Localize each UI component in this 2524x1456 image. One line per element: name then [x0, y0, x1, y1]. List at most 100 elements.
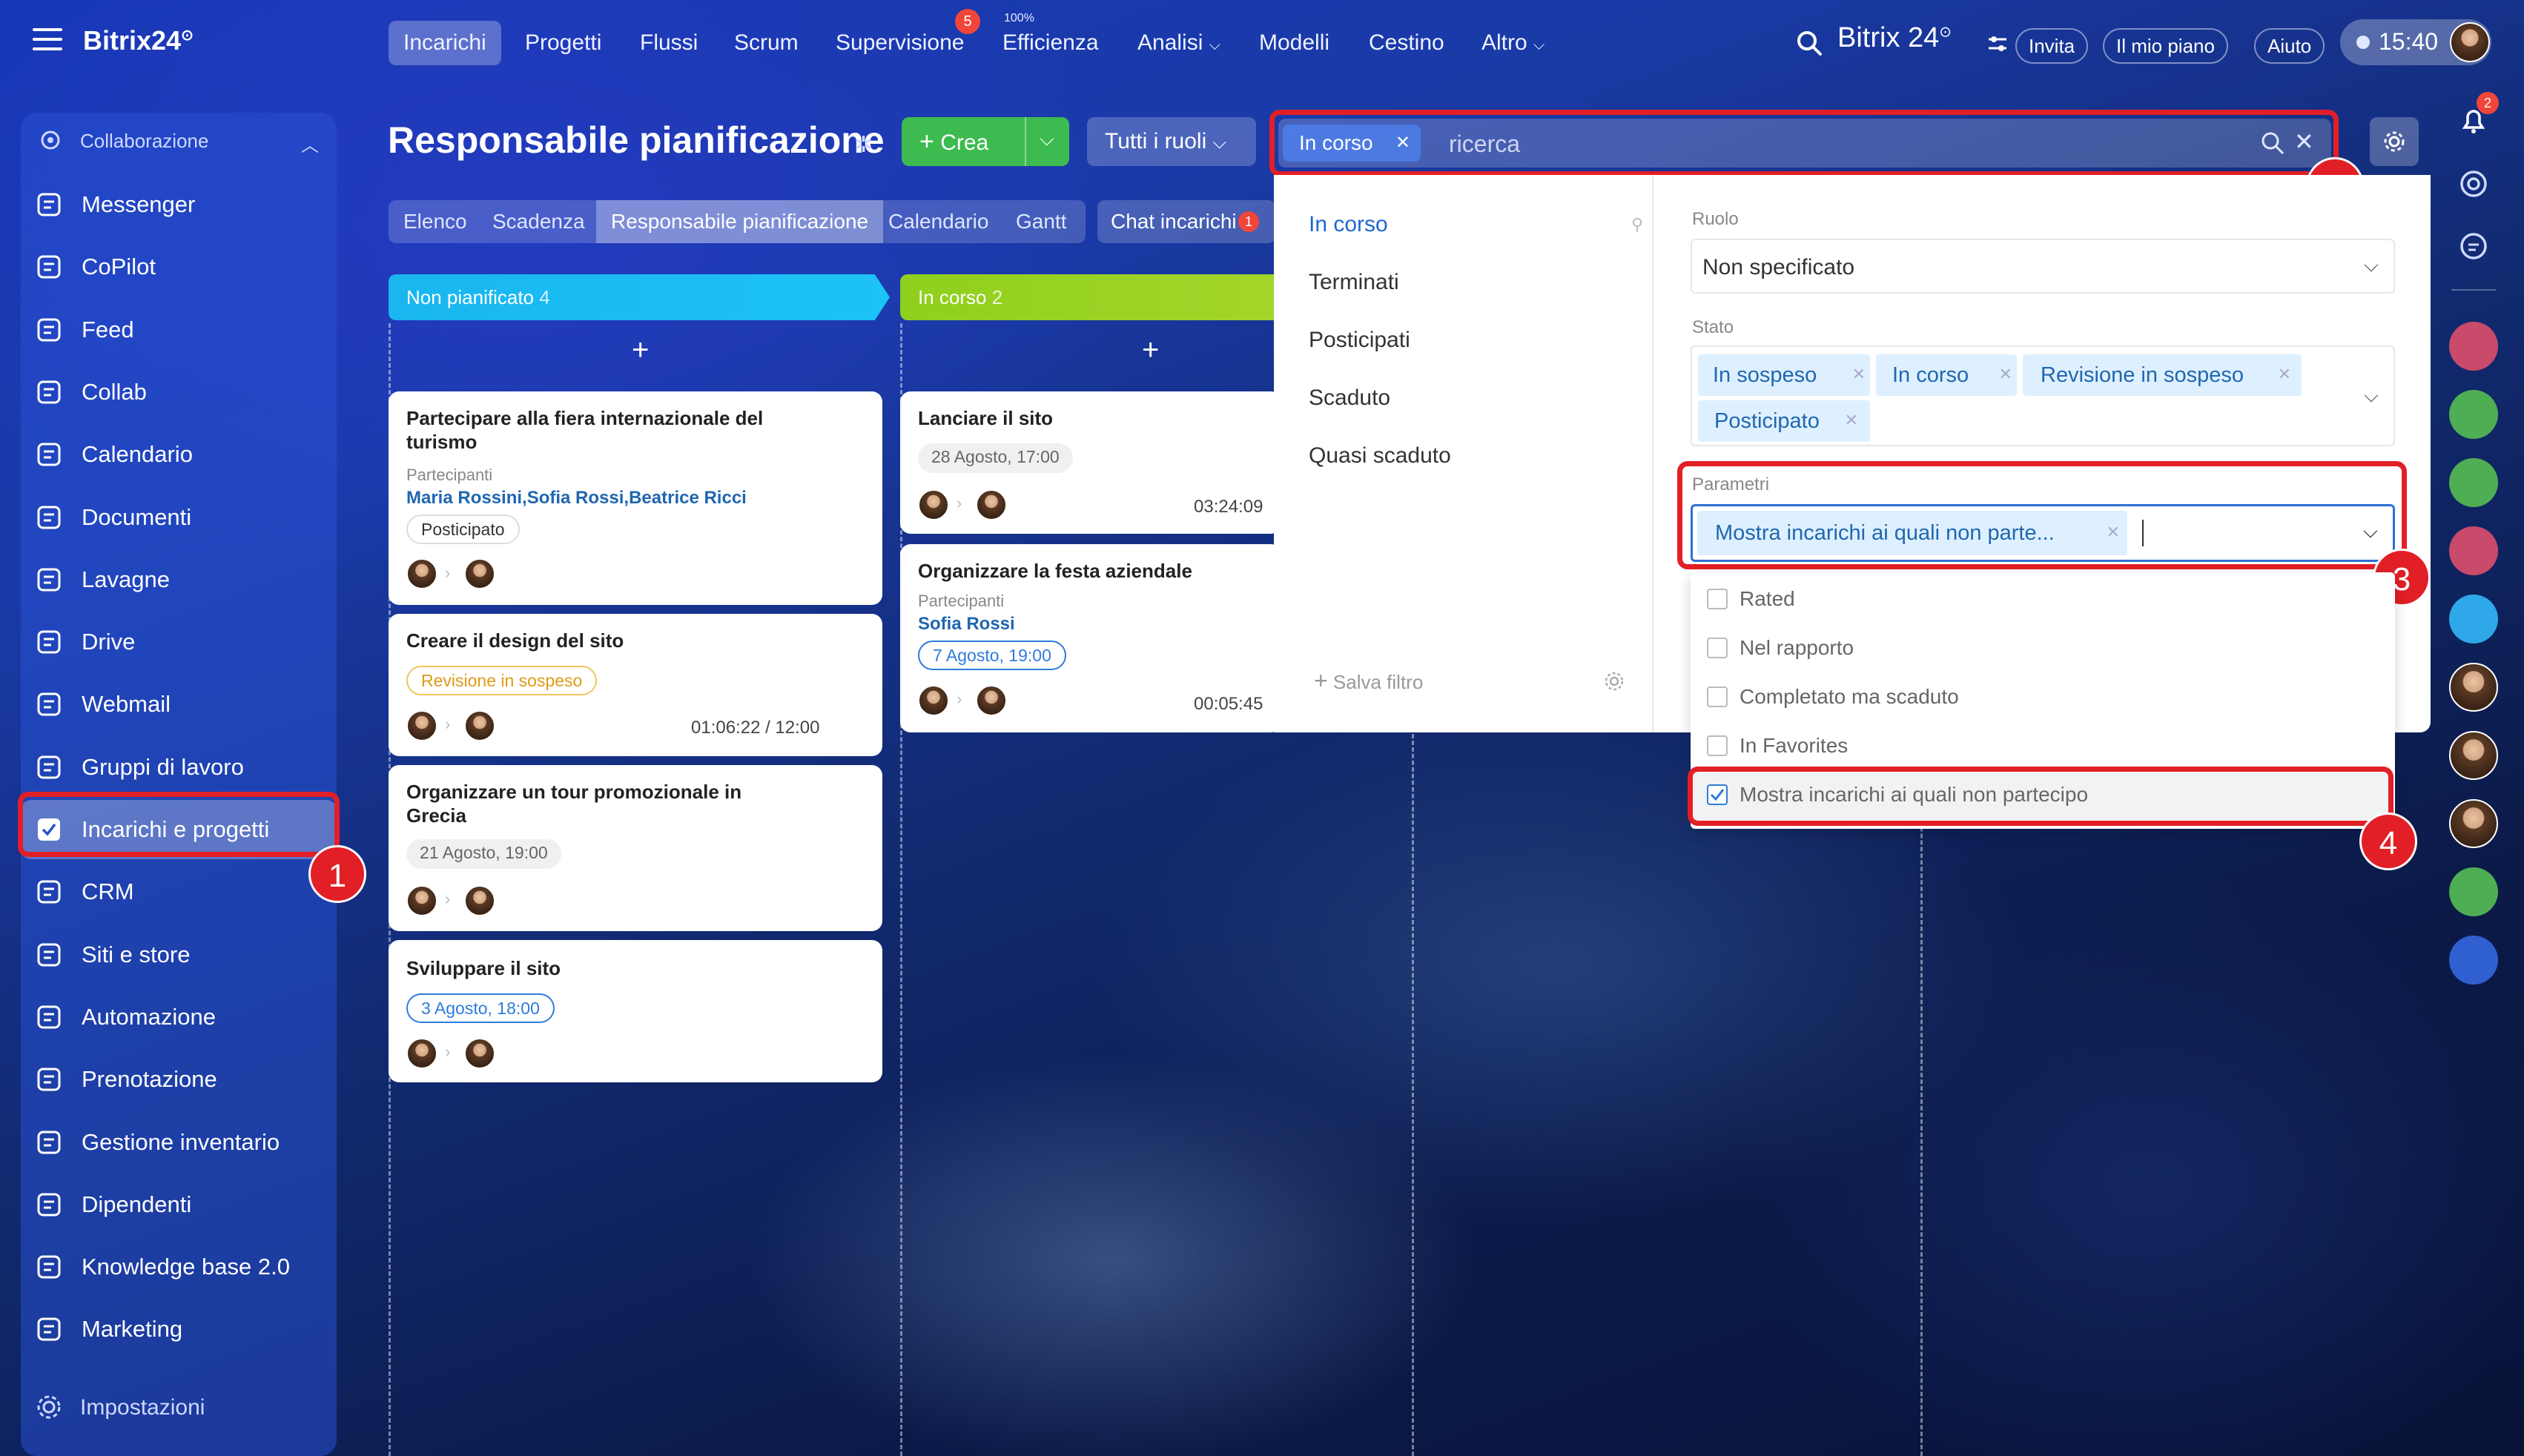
- task-title[interactable]: Lanciare il sito: [918, 406, 1053, 430]
- sidebar-settings[interactable]: Impostazioni: [80, 1395, 205, 1420]
- nav-incarichi[interactable]: Incarichi: [389, 21, 501, 65]
- close-icon[interactable]: ✕: [2278, 365, 2291, 384]
- group-chat-icon[interactable]: [2449, 526, 2498, 575]
- task-card[interactable]: Sviluppare il sito 3 Agosto, 18:00 ›: [389, 940, 882, 1082]
- notes-icon[interactable]: [2449, 867, 2498, 916]
- column-header-non-pianificato[interactable]: Non pianificato 4: [389, 274, 890, 320]
- avatar[interactable]: [464, 710, 495, 741]
- sidebar-item-crm[interactable]: CRM: [21, 862, 337, 921]
- status-tag[interactable]: In sospeso ✕: [1698, 354, 1870, 396]
- sidebar-item-drive[interactable]: Drive: [21, 612, 337, 672]
- sidebar-item-marketing[interactable]: Marketing: [21, 1300, 337, 1359]
- avatar[interactable]: [464, 1038, 495, 1069]
- create-dropdown-button[interactable]: ⌵: [1025, 117, 1069, 166]
- sidebar-item-calendario[interactable]: Calendario: [21, 425, 337, 484]
- avatar[interactable]: [976, 685, 1007, 716]
- sidebar-item-documenti[interactable]: Documenti: [21, 488, 337, 547]
- clock-widget[interactable]: 15:40: [2340, 19, 2491, 65]
- contact-avatar[interactable]: [2449, 799, 2498, 848]
- chat-search-icon[interactable]: [2457, 230, 2490, 262]
- tab-elenco[interactable]: Elenco: [389, 200, 482, 243]
- avatar[interactable]: [464, 885, 495, 916]
- preset-in-corso[interactable]: In corso: [1309, 212, 1388, 237]
- role-select[interactable]: Non specificato ⌵: [1691, 239, 2395, 294]
- avatar[interactable]: [406, 1038, 437, 1069]
- checkbox[interactable]: [1707, 686, 1728, 707]
- avatar[interactable]: [464, 558, 495, 589]
- sidebar-item-feed[interactable]: Feed: [21, 300, 337, 360]
- sliders-icon[interactable]: [1987, 34, 2008, 53]
- status-tag[interactable]: Posticipato ✕: [1698, 400, 1870, 442]
- nav-progetti[interactable]: Progetti: [510, 21, 616, 65]
- settings-button[interactable]: [2370, 117, 2419, 166]
- chat-tasks-button[interactable]: Chat incarichi 1: [1097, 200, 1275, 243]
- tab-calendario[interactable]: Calendario: [873, 200, 1003, 243]
- task-card[interactable]: Organizzare un tour promozionale in Grec…: [389, 765, 882, 931]
- status-tag[interactable]: In corso ✕: [1876, 354, 2017, 396]
- checkbox[interactable]: [1707, 589, 1728, 609]
- status-multiselect[interactable]: In sospeso ✕ In corso ✕ Revisione in sospe…: [1691, 345, 2395, 446]
- avatar[interactable]: [406, 710, 437, 741]
- tab-responsabile[interactable]: Responsabile pianificazione: [596, 200, 884, 243]
- task-title[interactable]: Sviluppare il sito: [406, 956, 561, 980]
- sidebar-item-webmail[interactable]: Webmail: [21, 675, 337, 734]
- preset-terminati[interactable]: Terminati: [1309, 270, 1399, 295]
- column-header-in-corso[interactable]: In corso 2: [900, 274, 1281, 320]
- group-chat-icon[interactable]: [2449, 458, 2498, 507]
- nav-flussi[interactable]: Flussi: [625, 21, 713, 65]
- option-completato-ma-scaduto[interactable]: Completato ma scaduto: [1740, 685, 1959, 709]
- sidebar-item-knowledge-base-2-0[interactable]: Knowledge base 2.0: [21, 1237, 337, 1297]
- sidebar-item-lavagne[interactable]: Lavagne: [21, 550, 337, 609]
- sidebar-item-siti-e-store[interactable]: Siti e store: [21, 925, 337, 985]
- invite-button[interactable]: Invita: [2015, 28, 2089, 64]
- chevron-up-icon[interactable]: ︿: [301, 130, 319, 156]
- option-rated[interactable]: Rated: [1740, 587, 1795, 611]
- preset-posticipati[interactable]: Posticipati: [1309, 328, 1410, 353]
- checkbox[interactable]: [1707, 735, 1728, 756]
- option-nel-rapporto[interactable]: Nel rapporto: [1740, 636, 1854, 660]
- task-card[interactable]: Lanciare il sito 28 Agosto, 17:00 › 03:2…: [900, 391, 1281, 534]
- task-card[interactable]: Partecipare alla fiera internazionale de…: [389, 391, 882, 605]
- user-avatar[interactable]: [2450, 22, 2490, 62]
- contact-avatar[interactable]: [2449, 731, 2498, 780]
- close-icon[interactable]: ✕: [1852, 365, 1866, 384]
- roles-dropdown[interactable]: Tutti i ruoli ⌵: [1087, 117, 1256, 166]
- nav-efficienza[interactable]: Efficienza: [988, 21, 1114, 65]
- task-title[interactable]: Creare il design del sito: [406, 629, 624, 652]
- my-plan-button[interactable]: Il mio piano: [2103, 28, 2228, 64]
- avatar[interactable]: [406, 558, 437, 589]
- nav-scrum[interactable]: Scrum: [719, 21, 813, 65]
- pin-icon[interactable]: ✲: [854, 132, 873, 158]
- task-card[interactable]: Creare il design del sito Revisione in s…: [389, 614, 882, 756]
- tab-scadenza[interactable]: Scadenza: [478, 200, 600, 243]
- avatar[interactable]: [918, 489, 949, 520]
- sidebar-item-gestione-inventario[interactable]: Gestione inventario: [21, 1113, 337, 1172]
- contact-avatar[interactable]: [2449, 663, 2498, 712]
- pin-icon[interactable]: ⚲: [1631, 215, 1643, 234]
- create-button[interactable]: + Crea: [902, 117, 1025, 166]
- group-chat-icon[interactable]: [2449, 390, 2498, 439]
- preset-quasi-scaduto[interactable]: Quasi scaduto: [1309, 443, 1451, 469]
- avatar[interactable]: [918, 685, 949, 716]
- save-filter-button[interactable]: + Salva filtro: [1314, 667, 1423, 695]
- option-in-favorites[interactable]: In Favorites: [1740, 734, 1848, 758]
- channel-icon[interactable]: [2449, 595, 2498, 643]
- add-task-icon[interactable]: +: [1142, 334, 1159, 367]
- preset-scaduto[interactable]: Scaduto: [1309, 385, 1390, 411]
- sidebar-item-dipendenti[interactable]: Dipendenti: [21, 1175, 337, 1234]
- close-icon[interactable]: ✕: [1845, 411, 1858, 430]
- nav-modelli[interactable]: Modelli: [1244, 21, 1344, 65]
- add-task-icon[interactable]: +: [632, 334, 649, 367]
- menu-icon[interactable]: [33, 28, 62, 52]
- nav-analisi[interactable]: Analisi ⌵: [1123, 21, 1235, 65]
- nav-cestino[interactable]: Cestino: [1354, 21, 1459, 65]
- nav-supervisione[interactable]: Supervisione: [821, 21, 979, 65]
- avatar[interactable]: [406, 885, 437, 916]
- gear-icon[interactable]: [1603, 670, 1625, 692]
- group-chat-icon[interactable]: [2449, 322, 2498, 371]
- task-title[interactable]: Organizzare un tour promozionale in Grec…: [406, 780, 792, 827]
- app-logo[interactable]: Bitrix24⊙: [83, 25, 194, 56]
- sidebar-item-collab[interactable]: Collab: [21, 363, 337, 422]
- participants-names[interactable]: Sofia Rossi: [918, 614, 1015, 635]
- status-tag[interactable]: Revisione in sospeso ✕: [2023, 354, 2302, 396]
